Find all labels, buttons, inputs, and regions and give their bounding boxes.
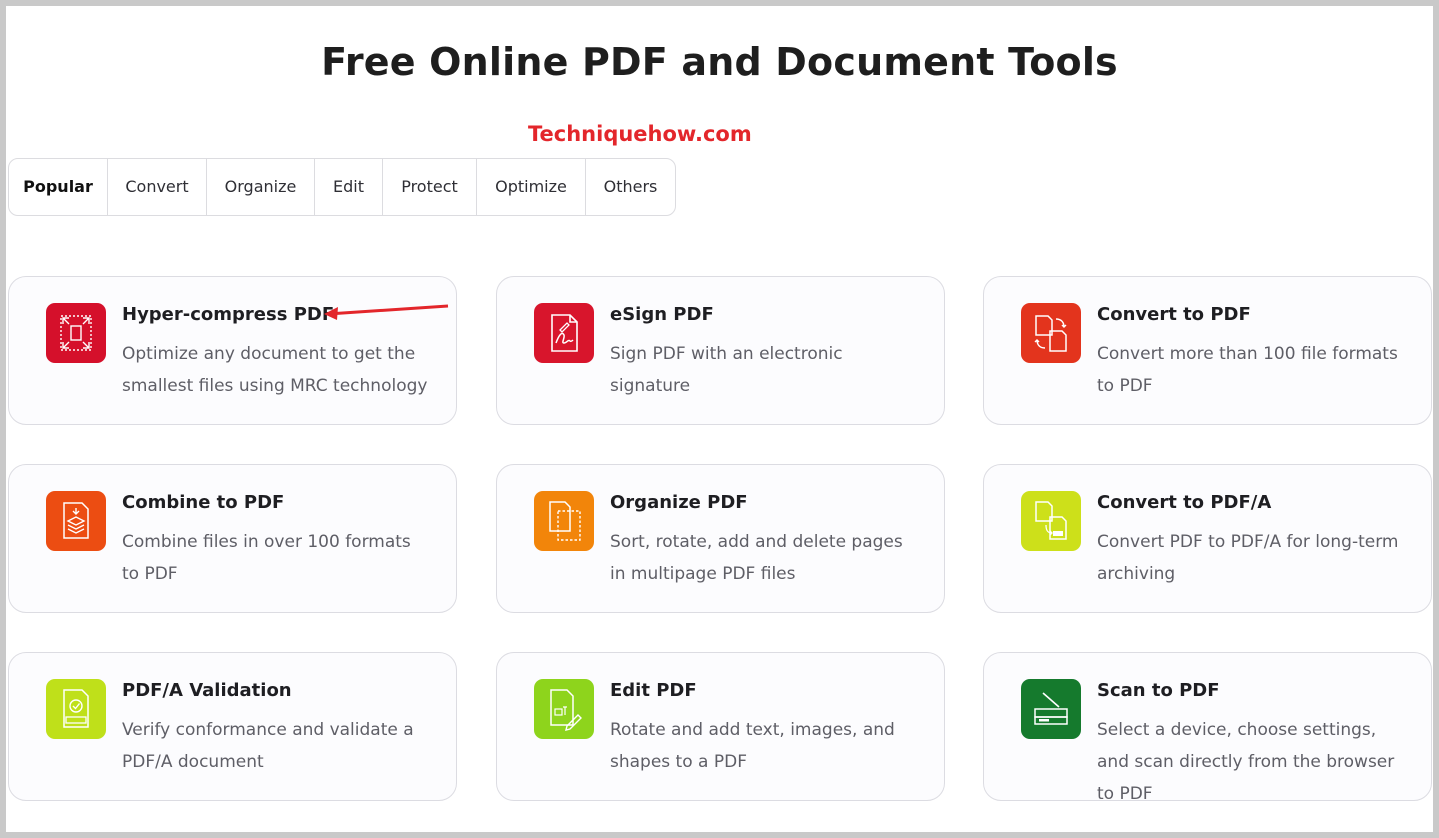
tool-description: Sign PDF with an electronic signature — [610, 344, 843, 396]
tool-card-pdfa-validation[interactable]: PDF/A Validation Verify conformance and … — [8, 652, 457, 801]
tool-title: Convert to PDF — [1097, 304, 1251, 325]
tool-title: eSign PDF — [610, 304, 714, 325]
annotation-arrow-icon — [324, 304, 449, 320]
tab-convert[interactable]: Convert — [107, 159, 206, 215]
tool-title: Scan to PDF — [1097, 680, 1220, 701]
tab-protect[interactable]: Protect — [382, 159, 476, 215]
tool-title: Convert to PDF/A — [1097, 492, 1272, 513]
tool-description: Optimize any document to get the smalles… — [122, 344, 428, 396]
tool-card-convert-to-pdf[interactable]: Convert to PDF Convert more than 100 fil… — [983, 276, 1432, 425]
organize-icon — [534, 491, 594, 551]
tool-description: Combine files in over 100 formats to PDF — [122, 532, 411, 584]
page-frame: Free Online PDF and Document Tools Techn… — [6, 6, 1433, 832]
signature-icon — [534, 303, 594, 363]
tab-organize[interactable]: Organize — [206, 159, 314, 215]
tab-others[interactable]: Others — [585, 159, 675, 215]
edit-icon — [534, 679, 594, 739]
page-title: Free Online PDF and Document Tools — [321, 40, 1118, 84]
tool-description: Convert PDF to PDF/A for long-term archi… — [1097, 532, 1399, 584]
tool-description: Select a device, choose settings, and sc… — [1097, 720, 1395, 804]
tool-card-organize-pdf[interactable]: Organize PDF Sort, rotate, add and delet… — [496, 464, 945, 613]
arrow-head — [324, 307, 338, 320]
combine-icon — [46, 491, 106, 551]
tool-card-convert-to-pdfa[interactable]: Convert to PDF/A Convert PDF to PDF/A fo… — [983, 464, 1432, 613]
convert-icon — [1021, 303, 1081, 363]
tool-description: Sort, rotate, add and delete pages in mu… — [610, 532, 903, 584]
tab-edit[interactable]: Edit — [314, 159, 382, 215]
tab-popular[interactable]: Popular — [9, 159, 107, 215]
tool-description: Convert more than 100 file formats to PD… — [1097, 344, 1398, 396]
tool-card-hyper-compress-pdf[interactable]: Hyper-compress PDF Optimize any document… — [8, 276, 457, 425]
category-tabs: Popular Convert Organize Edit Protect Op… — [8, 158, 676, 216]
tool-title: Edit PDF — [610, 680, 697, 701]
compress-icon — [46, 303, 106, 363]
tool-title: Combine to PDF — [122, 492, 285, 513]
tool-card-edit-pdf[interactable]: Edit PDF Rotate and add text, images, an… — [496, 652, 945, 801]
pdfa-convert-icon — [1021, 491, 1081, 551]
watermark-text: Techniquehow.com — [528, 122, 752, 146]
tool-title: Organize PDF — [610, 492, 748, 513]
tool-title: Hyper-compress PDF — [122, 304, 335, 325]
tab-optimize[interactable]: Optimize — [476, 159, 585, 215]
tool-description: Rotate and add text, images, and shapes … — [610, 720, 895, 772]
tool-description: Verify conformance and validate a PDF/A … — [122, 720, 414, 772]
tool-card-combine-to-pdf[interactable]: Combine to PDF Combine files in over 100… — [8, 464, 457, 613]
scanner-icon — [1021, 679, 1081, 739]
tool-card-esign-pdf[interactable]: eSign PDF Sign PDF with an electronic si… — [496, 276, 945, 425]
tool-card-scan-to-pdf[interactable]: Scan to PDF Select a device, choose sett… — [983, 652, 1432, 804]
tool-title: PDF/A Validation — [122, 680, 292, 701]
arrow-shaft — [327, 304, 449, 316]
pdfa-validate-icon — [46, 679, 106, 739]
